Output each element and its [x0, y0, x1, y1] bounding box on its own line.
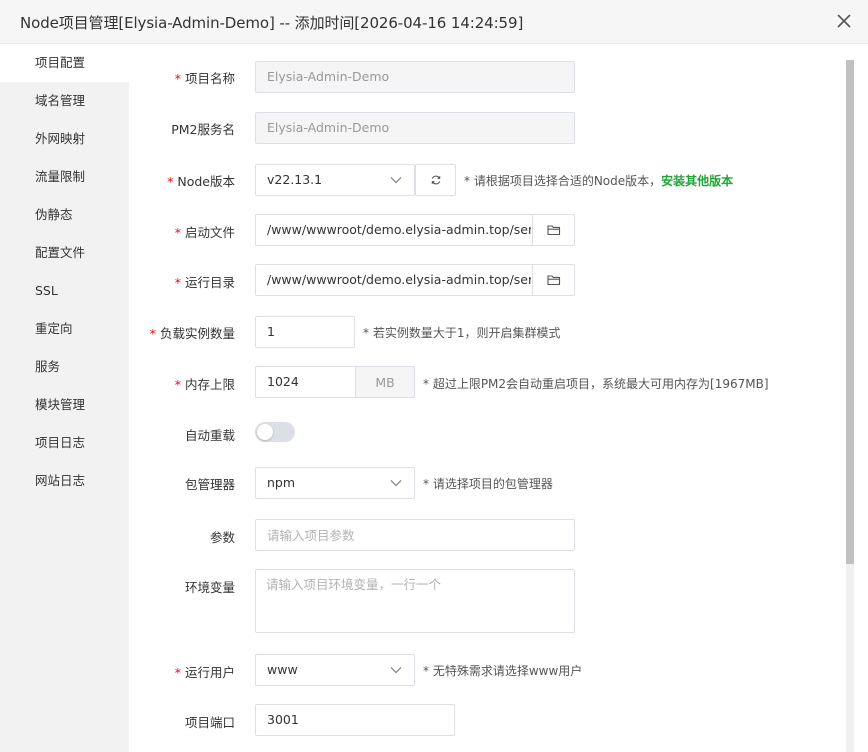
- node-version-select[interactable]: v22.13.1: [255, 164, 415, 196]
- env-textarea[interactable]: [255, 569, 575, 633]
- install-other-version-link[interactable]: 安装其他版本: [661, 174, 733, 188]
- sidebar-item-config-file[interactable]: 配置文件: [0, 234, 129, 272]
- folder-icon: [546, 225, 560, 236]
- start-file-label: * 启动文件: [175, 222, 235, 241]
- pm2-name-label: PM2服务名: [171, 122, 235, 137]
- close-icon: [837, 14, 851, 28]
- instances-input[interactable]: 1: [255, 316, 355, 348]
- project-name-value: Elysia-Admin-Demo: [267, 69, 390, 84]
- sidebar-item-service[interactable]: 服务: [0, 348, 129, 386]
- auto-reload-label: 自动重载: [184, 428, 235, 443]
- node-version-hint: * 请根据项目选择合适的Node版本，安装其他版本: [464, 172, 733, 189]
- env-label: 环境变量: [184, 580, 235, 595]
- form-scrollbar[interactable]: [846, 60, 854, 752]
- run-user-hint: * 无特殊需求请选择www用户: [423, 664, 583, 678]
- run-user-value: www: [267, 662, 298, 677]
- instances-label: * 负载实例数量: [150, 323, 235, 342]
- auto-reload-toggle[interactable]: [255, 422, 295, 442]
- dialog-title: Node项目管理[Elysia-Admin-Demo] -- 添加时间[2026…: [20, 14, 524, 32]
- required-mark: *: [174, 225, 181, 240]
- params-label: 参数: [209, 530, 235, 545]
- run-dir-label-text: 运行目录: [184, 275, 235, 290]
- sidebar-item-project-log[interactable]: 项目日志: [0, 424, 129, 462]
- project-name-input: Elysia-Admin-Demo: [255, 61, 575, 93]
- sidebar-item-traffic-limit[interactable]: 流量限制: [0, 158, 129, 196]
- node-project-dialog: Node项目管理[Elysia-Admin-Demo] -- 添加时间[2026…: [0, 0, 868, 752]
- params-input[interactable]: [255, 519, 575, 551]
- run-dir-value: /www/wwwroot/demo.elysia-admin.top/serv: [267, 272, 531, 287]
- memory-label-text: 内存上限: [184, 377, 235, 392]
- project-config-form: * 项目名称 Elysia-Admin-Demo PM2服务名 Elysia-Ad…: [129, 44, 868, 752]
- port-value: 3001: [267, 712, 299, 727]
- sidebar-item-external-mapping[interactable]: 外网映射: [0, 120, 129, 158]
- scrollbar-thumb[interactable]: [846, 60, 854, 564]
- instances-value: 1: [267, 324, 275, 339]
- node-version-hint-text: * 请根据项目选择合适的Node版本，: [464, 174, 662, 188]
- pm2-name-input: Elysia-Admin-Demo: [255, 112, 575, 144]
- memory-value: 1024: [267, 374, 299, 389]
- chevron-down-icon: [390, 666, 402, 674]
- required-mark: *: [174, 275, 181, 290]
- node-version-value: v22.13.1: [267, 172, 323, 187]
- run-user-select[interactable]: www: [255, 654, 415, 686]
- pm2-name-value: Elysia-Admin-Demo: [267, 120, 390, 135]
- chevron-down-icon: [390, 176, 402, 184]
- sidebar-item-ssl[interactable]: SSL: [0, 272, 129, 310]
- sidebar-item-rewrite[interactable]: 伪静态: [0, 196, 129, 234]
- run-dir-input[interactable]: /www/wwwroot/demo.elysia-admin.top/serv: [255, 264, 575, 296]
- run-dir-label: * 运行目录: [175, 272, 235, 291]
- project-name-label-text: 项目名称: [184, 71, 235, 86]
- instances-label-text: 负载实例数量: [159, 326, 235, 341]
- run-user-label: * 运行用户: [175, 662, 235, 681]
- close-button[interactable]: [834, 11, 854, 31]
- instances-hint: * 若实例数量大于1，则开启集群模式: [363, 326, 561, 340]
- memory-hint: * 超过上限PM2会自动重启项目，系统最大可用内存为[1967MB]: [423, 377, 769, 391]
- start-file-label-text: 启动文件: [184, 225, 235, 240]
- start-file-input[interactable]: /www/wwwroot/demo.elysia-admin.top/serv: [255, 214, 575, 246]
- node-version-label: * Node版本: [167, 171, 235, 190]
- required-mark: *: [174, 665, 181, 680]
- sidebar: 项目配置 域名管理 外网映射 流量限制 伪静态 配置文件 SSL 重定向 服务 …: [0, 44, 129, 752]
- toggle-knob: [257, 424, 273, 440]
- start-file-value: /www/wwwroot/demo.elysia-admin.top/serv: [267, 222, 531, 237]
- dialog-titlebar: Node项目管理[Elysia-Admin-Demo] -- 添加时间[2026…: [0, 0, 868, 44]
- node-version-label-text: Node版本: [177, 174, 235, 189]
- memory-unit: MB: [355, 366, 415, 398]
- port-label: 项目端口: [184, 715, 235, 730]
- port-input[interactable]: 3001: [255, 704, 455, 736]
- memory-label: * 内存上限: [175, 374, 235, 393]
- memory-input[interactable]: 1024 MB: [255, 366, 415, 398]
- sidebar-item-project-config[interactable]: 项目配置: [0, 44, 129, 82]
- folder-icon: [546, 275, 560, 286]
- sidebar-item-redirect[interactable]: 重定向: [0, 310, 129, 348]
- required-mark: *: [149, 326, 156, 341]
- refresh-node-version-button[interactable]: [415, 164, 456, 196]
- project-name-label: * 项目名称: [175, 68, 235, 87]
- package-manager-label: 包管理器: [184, 477, 235, 492]
- refresh-icon: [431, 175, 440, 185]
- required-mark: *: [174, 71, 181, 86]
- sidebar-item-modules[interactable]: 模块管理: [0, 386, 129, 424]
- chevron-down-icon: [390, 479, 402, 487]
- required-mark: *: [174, 377, 181, 392]
- start-file-browse-button[interactable]: [532, 214, 575, 246]
- package-manager-hint: * 请选择项目的包管理器: [423, 477, 553, 491]
- run-user-label-text: 运行用户: [184, 665, 235, 680]
- sidebar-item-domain[interactable]: 域名管理: [0, 82, 129, 120]
- sidebar-item-site-log[interactable]: 网站日志: [0, 462, 129, 500]
- run-dir-browse-button[interactable]: [532, 264, 575, 296]
- required-mark: *: [167, 174, 174, 189]
- package-manager-value: npm: [267, 475, 296, 490]
- package-manager-select[interactable]: npm: [255, 467, 415, 499]
